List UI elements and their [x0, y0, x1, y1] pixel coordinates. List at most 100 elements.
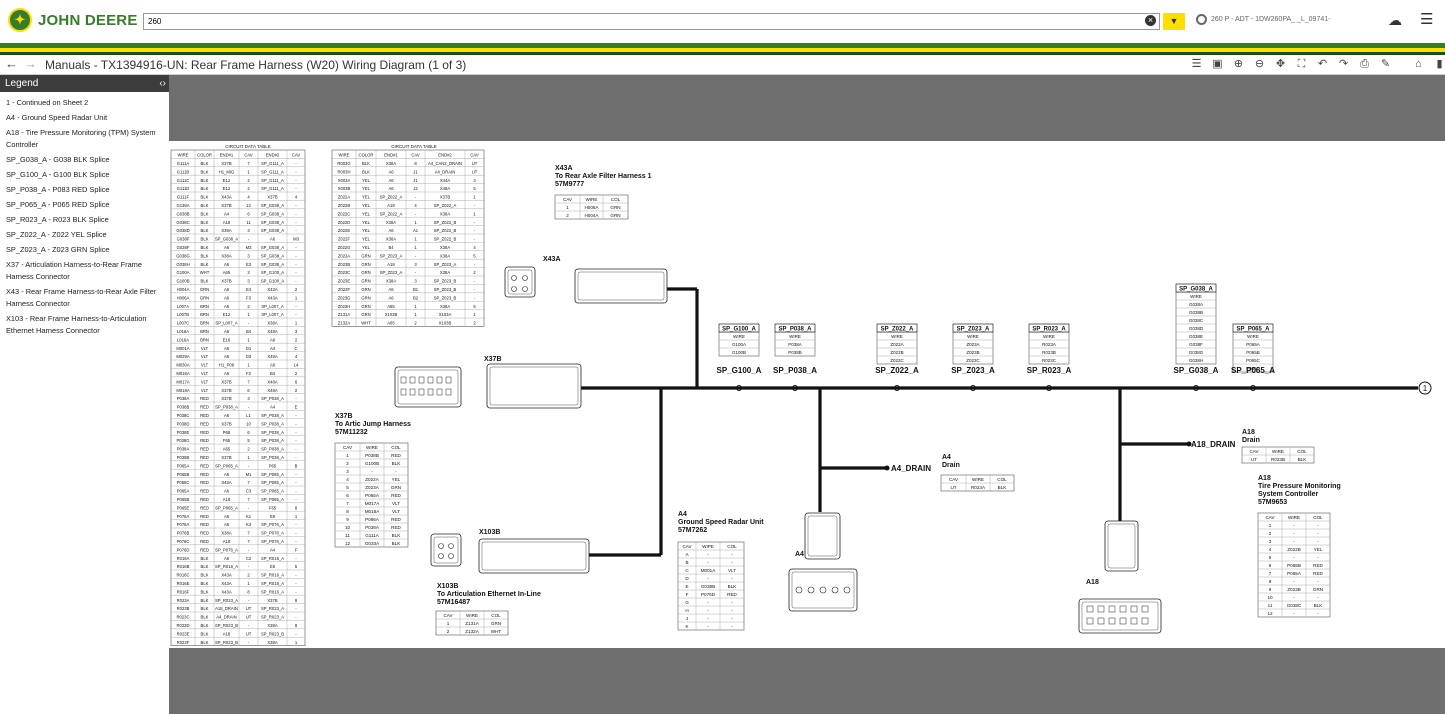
legend-item[interactable]: SP_G100_A - G100 BLK Splice: [6, 169, 165, 181]
table-cell: A65: [223, 270, 231, 275]
legend-item[interactable]: X103 - Rear Frame Harness-to-Articulatio…: [6, 313, 165, 337]
machine-selector[interactable]: 260 P - ADT - 1DW260PA_ _L_09741-: [1196, 14, 1330, 25]
table-cell: SP_P038_A: [261, 438, 284, 443]
splice-wire: G038B: [1189, 310, 1203, 315]
rotate-left-icon[interactable]: ↶: [1314, 57, 1331, 72]
legend-item[interactable]: X37 - Articulation Harness-to-Rear Frame…: [6, 259, 165, 283]
fit-page-icon[interactable]: ⛶: [1293, 57, 1310, 72]
table-cell: B4: [246, 329, 252, 334]
table-cell: X43A: [221, 581, 231, 586]
table-cell: G100A: [176, 270, 189, 275]
table-header: CAV: [563, 197, 573, 202]
table-cell: SP_G038_A: [261, 253, 284, 258]
table-border: [331, 149, 485, 327]
legend-item[interactable]: SP_P065_A - P065 RED Splice: [6, 199, 165, 211]
table-cell: SP_L007_A: [261, 304, 284, 309]
splice-wire: P065A: [1246, 342, 1260, 347]
table-cell: A18: [223, 539, 231, 544]
table-cell: X37B: [221, 388, 231, 393]
table-cell: L007B: [177, 312, 189, 317]
table-cell: 6: [1269, 563, 1272, 568]
table-cell: E4: [246, 287, 252, 292]
table-cell: P038G: [176, 438, 189, 443]
toolbar-divider: [1398, 57, 1406, 72]
table-cell: L007C: [177, 321, 189, 326]
bookmarks-icon[interactable]: ▮: [1431, 57, 1445, 72]
home-icon[interactable]: ⌂: [1410, 57, 1427, 72]
table-cell: A4_CAN2_DRAIN: [428, 161, 462, 166]
legend-item[interactable]: A18 - Tire Pressure Monitoring (TPM) Sys…: [6, 127, 165, 151]
legend-item[interactable]: SP_G038_A - G038 BLK Splice: [6, 154, 165, 166]
table-cell: E6: [270, 564, 276, 569]
table-header: END#2: [438, 153, 452, 158]
table-cell: 2: [447, 629, 450, 634]
table-cell: BLK: [201, 262, 209, 267]
pan-icon[interactable]: ✥: [1272, 57, 1289, 72]
table-cell: GRN: [200, 287, 209, 292]
table-cell: GRN: [1313, 587, 1323, 592]
connector-body: [504, 266, 536, 298]
table-cell: C2: [246, 556, 252, 561]
table-header: CAV: [292, 153, 301, 158]
table-cell: A4: [224, 211, 230, 216]
splice-wire: WIRE: [1247, 334, 1259, 339]
clear-markup-icon[interactable]: ✎: [1377, 57, 1394, 72]
table-cell: A6: [224, 287, 230, 292]
legend-item[interactable]: SP_P038_A - P083 RED Splice: [6, 184, 165, 196]
splice-wire-table: WIRE R023A R023B R023C: [1028, 331, 1070, 365]
table-cell: L016A: [177, 329, 189, 334]
table-cell: D1: [246, 346, 252, 351]
table-cell: A1: [413, 228, 419, 233]
table-cell: P038A: [177, 447, 190, 452]
table-cell: BRN: [200, 304, 209, 309]
table-cell: A6: [388, 228, 394, 233]
table-cell: K1: [246, 514, 252, 519]
search-input[interactable]: [143, 13, 1160, 30]
table-cell: A6: [224, 413, 230, 418]
splice-wire: P065C: [1246, 358, 1261, 363]
print-icon[interactable]: ⎙: [1356, 57, 1373, 72]
legend-item[interactable]: SP_R023_A - R023 BLK Splice: [6, 214, 165, 226]
connector-body: [394, 366, 462, 408]
legend-item[interactable]: SP_Z023_A - Z023 GRN Splice: [6, 244, 165, 256]
connector-body: [788, 568, 858, 612]
legend-item[interactable]: SP_Z022_A - Z022 YEL Splice: [6, 229, 165, 241]
table-cell: VLT: [728, 568, 736, 573]
wiring-diagram[interactable]: CIRCUIT DATA TABLE WIRE COLOR END#1 CAV END#2…: [169, 141, 1445, 648]
list-icon[interactable]: ☰: [1188, 57, 1205, 72]
collapse-panel-icon[interactable]: ‹›: [159, 75, 166, 92]
table-cell: SP_R016_A: [215, 564, 238, 569]
wiring-diagram-canvas[interactable]: CIRCUIT DATA TABLE WIRE COLOR END#1 CAV END#2…: [169, 141, 1445, 648]
legend-item[interactable]: 1 - Continued on Sheet 2: [6, 97, 165, 109]
splice-wire: Z023B: [966, 350, 979, 355]
table-cell: BLK: [201, 203, 209, 208]
back-arrow-icon[interactable]: ←: [5, 56, 18, 71]
cloud-settings-icon[interactable]: ☁: [1388, 12, 1402, 29]
table-cell: P065A: [177, 463, 190, 468]
forward-arrow-icon[interactable]: →: [24, 56, 37, 71]
connector-body: [574, 268, 668, 304]
legend-item[interactable]: A4 - Ground Speed Radar Unit: [6, 112, 165, 124]
a4-subtitle: Ground Speed Radar Unit: [678, 519, 764, 526]
table-border: [170, 149, 306, 646]
table-header: COLOR: [197, 153, 212, 158]
legend-item[interactable]: X43 - Rear Frame Harness-to-Rear Axle Fi…: [6, 286, 165, 310]
a18-plug: [1104, 520, 1139, 572]
table-cell: M001A: [701, 568, 716, 573]
rotate-right-icon[interactable]: ↷: [1335, 57, 1352, 72]
table-cell: M018A: [176, 388, 189, 393]
john-deere-logo[interactable]: ✦ JOHN DEERE: [8, 8, 138, 32]
table-cell: SP_G100_A: [261, 270, 284, 275]
table-cell: A6: [224, 295, 230, 300]
table-cell: BLK: [201, 237, 209, 242]
splice-wire: G038D: [1189, 326, 1204, 331]
clear-search-icon[interactable]: ×: [1145, 15, 1156, 26]
zoom-in-icon[interactable]: ⊕: [1230, 57, 1247, 72]
search-dropdown-button[interactable]: ▼: [1163, 13, 1185, 30]
hamburger-menu-icon[interactable]: ☰: [1420, 10, 1433, 28]
zoom-out-icon[interactable]: ⊖: [1251, 57, 1268, 72]
table-cell: RED: [391, 493, 401, 498]
a4_drain-table: CAV WIRE COL UT R023A BLK: [940, 474, 1015, 492]
table-cell: 8: [346, 509, 349, 514]
save-image-icon[interactable]: ▣: [1209, 57, 1226, 72]
